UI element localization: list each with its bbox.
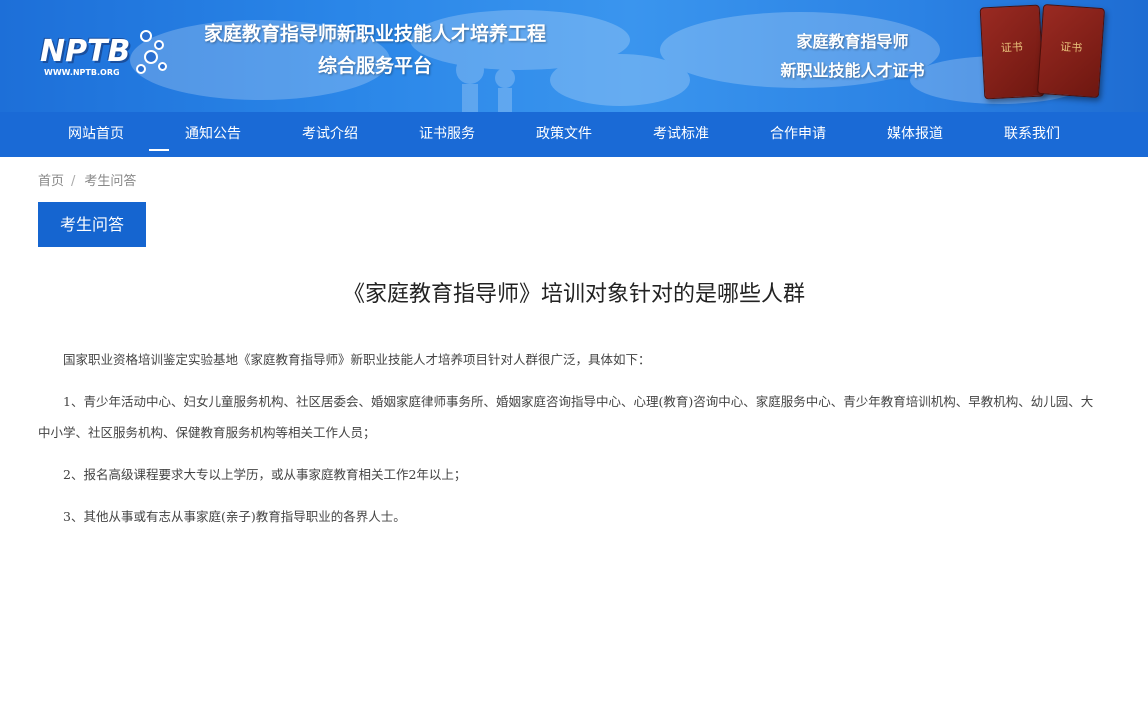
logo-url: WWW.NPTB.ORG (44, 68, 120, 77)
nav-item-exam-standard[interactable]: 考试标准 (623, 112, 739, 157)
nav-item-contact[interactable]: 联系我们 (974, 112, 1090, 157)
article-body: 国家职业资格培训鉴定实验基地《家庭教育指导师》新职业技能人才培养项目针对人群很广… (38, 344, 1104, 543)
breadcrumb: 首页 / 考生问答 (38, 170, 136, 189)
article-paragraph: 国家职业资格培训鉴定实验基地《家庭教育指导师》新职业技能人才培养项目针对人群很广… (63, 352, 651, 367)
breadcrumb-current: 考生问答 (84, 174, 137, 189)
main-nav: 网站首页 通知公告 考试介绍 证书服务 政策文件 考试标准 合作申请 媒体报道 … (0, 112, 1148, 157)
banner-right-line-1: 家庭教育指导师 (796, 32, 909, 51)
nav-item-home[interactable]: 网站首页 (38, 112, 154, 157)
certificate-label: 证书 (1059, 40, 1083, 55)
site-logo[interactable]: NPTB WWW.NPTB.ORG (40, 24, 172, 84)
nav-item-cooperation[interactable]: 合作申请 (740, 112, 856, 157)
logo-wordmark: NPTB (40, 34, 131, 69)
nav-active-indicator (149, 149, 169, 151)
nav-item-certificate-service[interactable]: 证书服务 (389, 112, 505, 157)
site-banner: NPTB WWW.NPTB.ORG 家庭教育指导师新职业技能人才培养工程 综合服… (0, 0, 1148, 112)
banner-title-line-1: 家庭教育指导师新职业技能人才培养工程 (203, 23, 546, 45)
article-paragraph: 2、报名高级课程要求大专以上学历，或从事家庭教育相关工作2年以上； (63, 467, 467, 482)
nav-item-policy[interactable]: 政策文件 (506, 112, 622, 157)
article-paragraph: 3、其他从事或有志从事家庭(亲子)教育指导职业的各界人士。 (63, 509, 406, 524)
breadcrumb-home-link[interactable]: 首页 (38, 174, 64, 189)
article-paragraph: 1、青少年活动中心、妇女儿童服务机构、社区居委会、婚姻家庭律师事务所、婚姻家庭咨… (38, 394, 1094, 440)
certificate-label: 证书 (1000, 40, 1024, 55)
world-map-background (130, 10, 1090, 112)
banner-certificate-text: 家庭教育指导师 新职业技能人才证书 (760, 27, 945, 85)
certificate-image: 证书 (979, 4, 1045, 100)
banner-right-line-2: 新职业技能人才证书 (780, 61, 925, 80)
nav-item-media[interactable]: 媒体报道 (857, 112, 973, 157)
section-tab-qa[interactable]: 考生问答 (38, 202, 146, 247)
article-title: 《家庭教育指导师》培训对象针对的是哪些人群 (342, 282, 805, 307)
nav-item-notices[interactable]: 通知公告 (155, 112, 271, 157)
banner-title-line-2: 综合服务平台 (317, 55, 432, 77)
certificate-image: 证书 (1036, 3, 1106, 99)
banner-title: 家庭教育指导师新职业技能人才培养工程 综合服务平台 (180, 18, 570, 82)
breadcrumb-separator: / (71, 174, 76, 189)
nav-item-exam-intro[interactable]: 考试介绍 (272, 112, 388, 157)
